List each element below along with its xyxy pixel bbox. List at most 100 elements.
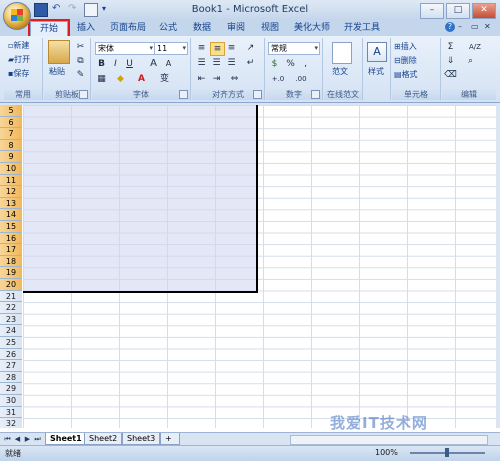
- row-header[interactable]: 19: [0, 267, 22, 279]
- tab-developer[interactable]: 开发工具: [340, 21, 384, 35]
- format-painter-icon[interactable]: ✎: [74, 69, 87, 81]
- sort-filter-button[interactable]: A/Z: [464, 41, 486, 53]
- wrap-text-icon[interactable]: ↵: [244, 57, 257, 69]
- phonetic-icon[interactable]: 变: [158, 73, 171, 85]
- paste-clipboard-icon[interactable]: [48, 40, 70, 64]
- alignment-launcher[interactable]: [253, 90, 262, 99]
- selected-range[interactable]: [23, 105, 258, 293]
- tab-page-layout[interactable]: 页面布局: [106, 21, 150, 35]
- row-header[interactable]: 25: [0, 337, 22, 349]
- ribbon-close-icon[interactable]: ✕: [484, 22, 494, 32]
- save-file-button[interactable]: ▪保存: [8, 68, 29, 79]
- row-header[interactable]: 11: [0, 174, 22, 187]
- row-header[interactable]: 7: [0, 128, 22, 140]
- minimize-button[interactable]: –: [420, 3, 444, 19]
- decrease-indent-icon[interactable]: ⇤: [195, 73, 208, 85]
- percent-button[interactable]: %: [284, 58, 297, 70]
- ribbon-restore-icon[interactable]: ▭: [471, 22, 481, 32]
- clipboard-launcher[interactable]: [79, 90, 88, 99]
- prev-sheet-icon[interactable]: ◀: [13, 434, 22, 444]
- row-header[interactable]: 14: [0, 209, 22, 221]
- row-header[interactable]: 10: [0, 163, 22, 175]
- format-cells-button[interactable]: ▤格式: [394, 69, 418, 80]
- align-middle-icon[interactable]: ≡: [210, 42, 225, 56]
- template-button[interactable]: 范文: [332, 66, 348, 77]
- shrink-font-button[interactable]: A: [162, 58, 175, 70]
- font-size-combo[interactable]: 11: [154, 42, 188, 55]
- row-header[interactable]: 9: [0, 151, 22, 163]
- number-format-combo[interactable]: 常规: [268, 42, 320, 55]
- delete-cells-button[interactable]: ⊟删除: [394, 55, 417, 66]
- styles-button[interactable]: 样式: [368, 66, 384, 77]
- autosum-button[interactable]: Σ: [444, 41, 457, 53]
- first-sheet-icon[interactable]: ⏮: [3, 434, 12, 444]
- grow-font-button[interactable]: A: [147, 58, 160, 70]
- decrease-decimal-button[interactable]: .00: [291, 73, 311, 85]
- row-header[interactable]: 26: [0, 348, 22, 361]
- clear-icon[interactable]: ⌫: [444, 69, 457, 81]
- row-header[interactable]: 22: [0, 302, 22, 314]
- underline-button[interactable]: U: [123, 58, 136, 70]
- bold-button[interactable]: B: [95, 58, 108, 70]
- align-center-icon[interactable]: ☰: [210, 57, 223, 69]
- increase-decimal-button[interactable]: +.0: [268, 73, 288, 85]
- row-header[interactable]: 12: [0, 186, 22, 198]
- last-sheet-icon[interactable]: ⏭: [33, 434, 42, 444]
- increase-indent-icon[interactable]: ⇥: [210, 73, 223, 85]
- currency-icon[interactable]: $: [268, 58, 281, 70]
- zoom-slider-knob[interactable]: [445, 448, 449, 457]
- insert-cells-button[interactable]: ⊞插入: [394, 41, 417, 52]
- merge-center-icon[interactable]: ⇔: [228, 73, 241, 85]
- row-header[interactable]: 31: [0, 406, 22, 419]
- number-launcher[interactable]: [311, 90, 320, 99]
- row-header[interactable]: 16: [0, 232, 22, 245]
- row-header[interactable]: 20: [0, 279, 22, 291]
- font-name-combo[interactable]: 宋体: [95, 42, 155, 55]
- template-doc-icon[interactable]: [332, 42, 352, 64]
- row-header[interactable]: 32: [0, 418, 22, 428]
- horizontal-scrollbar[interactable]: [290, 435, 488, 445]
- tab-beautify-master[interactable]: 美化大师: [290, 21, 334, 35]
- vertical-scrollbar[interactable]: [496, 105, 500, 428]
- tab-insert[interactable]: 插入: [72, 21, 100, 35]
- row-header[interactable]: 6: [0, 116, 22, 129]
- styles-icon[interactable]: A: [367, 42, 387, 62]
- tab-data[interactable]: 数据: [188, 21, 216, 35]
- fill-icon[interactable]: ⇓: [444, 55, 457, 67]
- comma-button[interactable]: ,: [299, 58, 312, 70]
- sheet-tab-1[interactable]: Sheet1: [45, 433, 87, 445]
- maximize-button[interactable]: □: [446, 3, 470, 19]
- row-header[interactable]: 15: [0, 221, 22, 233]
- row-header[interactable]: 27: [0, 360, 22, 372]
- row-header[interactable]: 18: [0, 255, 22, 268]
- close-button[interactable]: ✕: [472, 3, 496, 19]
- tab-view[interactable]: 视图: [256, 21, 284, 35]
- next-sheet-icon[interactable]: ▶: [23, 434, 32, 444]
- row-header[interactable]: 17: [0, 244, 22, 256]
- font-launcher[interactable]: [179, 90, 188, 99]
- italic-button[interactable]: I: [109, 58, 122, 70]
- row-header[interactable]: 28: [0, 371, 22, 384]
- row-header[interactable]: 24: [0, 325, 22, 337]
- find-icon[interactable]: ⌕: [464, 55, 477, 67]
- row-header[interactable]: 8: [0, 139, 22, 152]
- office-button[interactable]: [3, 2, 31, 30]
- align-bottom-icon[interactable]: ≡: [225, 42, 238, 54]
- sheet-tab-2[interactable]: Sheet2: [84, 433, 123, 445]
- orientation-icon[interactable]: ↗: [244, 42, 257, 54]
- row-header[interactable]: 23: [0, 313, 22, 326]
- tab-formulas[interactable]: 公式: [154, 21, 182, 35]
- copy-icon[interactable]: ⧉: [74, 55, 87, 67]
- worksheet-grid[interactable]: 5 6 7 8 9 10 11 12 13 14 15 16 17 18 19 20 21 22 23 24 25 26 2…: [0, 105, 496, 428]
- paste-button[interactable]: 粘贴: [49, 66, 65, 77]
- fill-color-icon[interactable]: ◆: [114, 73, 127, 85]
- ribbon-minimize-icon[interactable]: –: [458, 22, 468, 32]
- tab-review[interactable]: 审阅: [222, 21, 250, 35]
- cut-icon[interactable]: ✂: [74, 41, 87, 53]
- align-right-icon[interactable]: ☰: [225, 57, 238, 69]
- new-button[interactable]: ▫新建: [8, 40, 29, 51]
- open-button[interactable]: ▰打开: [8, 54, 30, 65]
- row-header[interactable]: 5: [0, 105, 22, 117]
- help-icon[interactable]: ?: [445, 22, 455, 32]
- row-header[interactable]: 30: [0, 395, 22, 407]
